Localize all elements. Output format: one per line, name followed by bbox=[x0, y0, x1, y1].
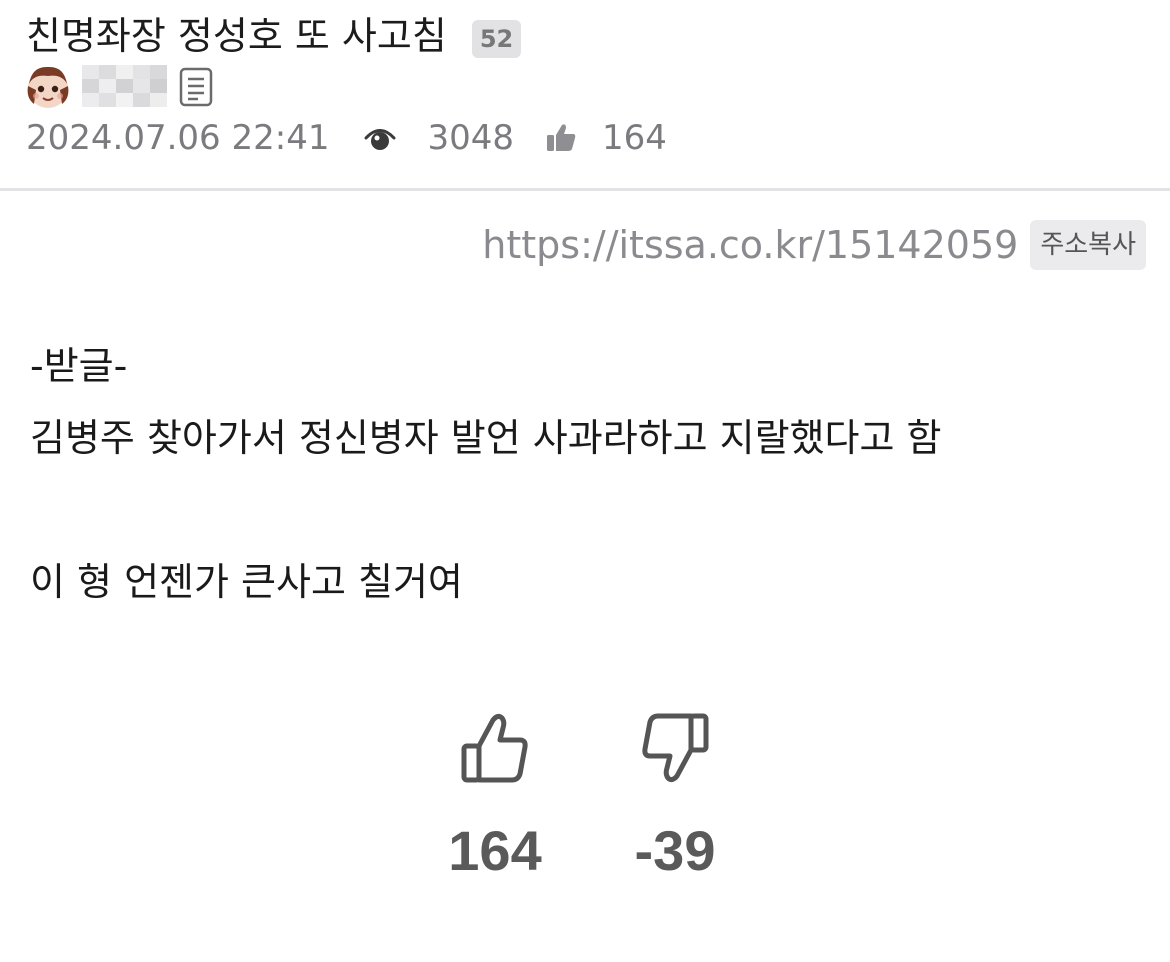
body-line: 김병주 찾아가서 정신병자 발언 사과라하고 지랄했다고 함 bbox=[30, 416, 942, 460]
avatar-icon bbox=[27, 66, 69, 108]
meta-row: 2024.07.06 22:41 3048 164 bbox=[26, 115, 667, 161]
document-icon[interactable] bbox=[178, 67, 214, 107]
eye-icon bbox=[364, 129, 396, 150]
post-url[interactable]: https://itssa.co.kr/15142059 bbox=[482, 223, 1018, 267]
body-line: -받글- bbox=[30, 344, 128, 388]
author-name-redacted[interactable] bbox=[82, 65, 174, 109]
avatar[interactable] bbox=[26, 64, 70, 110]
title-row: 친명좌장 정성호 또 사고침 52 bbox=[26, 12, 522, 60]
thumbs-up-outline-icon bbox=[461, 713, 528, 783]
url-row: https://itssa.co.kr/15142059 주소복사 bbox=[482, 220, 1146, 270]
downvote-button[interactable]: -39 bbox=[585, 712, 765, 883]
comment-count-badge[interactable]: 52 bbox=[471, 20, 522, 58]
upvote-count: 164 bbox=[448, 819, 542, 882]
downvote-count: -39 bbox=[634, 819, 716, 882]
vote-area: 164 -39 bbox=[0, 712, 1170, 912]
copy-url-button[interactable]: 주소복사 bbox=[1030, 220, 1146, 270]
view-count: 3048 bbox=[427, 118, 514, 158]
post-title: 친명좌장 정성호 또 사고침 bbox=[26, 14, 447, 58]
like-count: 164 bbox=[602, 118, 667, 158]
author-row bbox=[26, 64, 214, 110]
body-line: 이 형 언젠가 큰사고 칠거여 bbox=[30, 560, 463, 604]
body-line bbox=[30, 474, 1140, 546]
thumbs-up-icon bbox=[547, 124, 576, 151]
post-date: 2024.07.06 22:41 bbox=[26, 118, 330, 158]
upvote-button[interactable]: 164 bbox=[405, 712, 585, 883]
post-body: -받글- 김병주 찾아가서 정신병자 발언 사과라하고 지랄했다고 함 이 형 … bbox=[30, 330, 1140, 618]
post-header: 친명좌장 정성호 또 사고침 52 2024.07.06 22:41 3048 … bbox=[0, 0, 1170, 191]
thumbs-down-outline-icon bbox=[642, 713, 709, 783]
